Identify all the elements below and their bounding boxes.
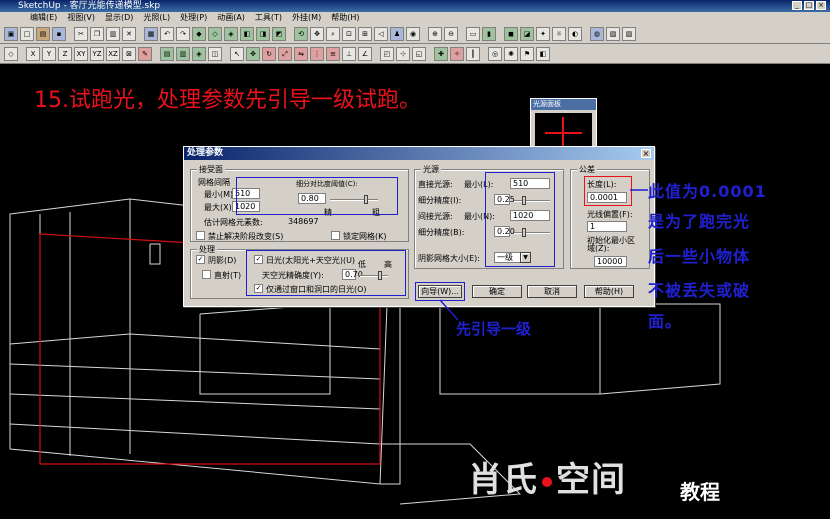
guide-note: 先引导一级 [456,320,532,338]
logo-right: 空间 [556,460,626,500]
length-note-line1: 此值为0.0001 [648,182,767,201]
brand-logo: 肖氏 空间 [468,452,626,501]
length-note-line2: 是为了跑完光 [648,212,751,231]
logo-subtitle: 教程 [680,480,720,504]
length-note-line4: 不被丢失或破 [648,281,751,300]
length-note-line5: 面。 [648,312,683,331]
logo-dot [542,477,552,487]
length-note-line3: 后一些小物体 [648,247,751,266]
logo-left: 肖氏 [468,460,538,500]
